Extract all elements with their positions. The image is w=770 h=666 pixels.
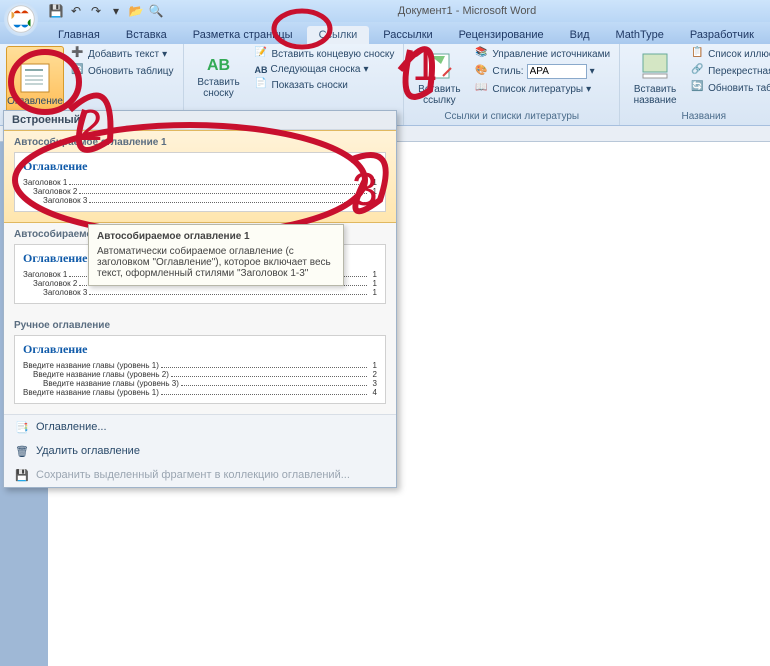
toc-dropdown-footer: 📑Оглавление... 🗑Удалить оглавление 💾Сохр… — [4, 414, 396, 487]
toc-line: Заголовок 11 — [23, 178, 377, 187]
list-icon: 📋 — [691, 47, 705, 61]
sources-icon: 📚 — [475, 47, 489, 61]
ribbon-tabs: Главная Вставка Разметка страницы Ссылки… — [0, 22, 770, 44]
preview-heading: Оглавление — [23, 342, 377, 357]
tab-mailings[interactable]: Рассылки — [371, 26, 444, 44]
remove-toc-button[interactable]: 🗑Удалить оглавление — [4, 439, 396, 463]
tab-home[interactable]: Главная — [46, 26, 112, 44]
style-dropdown[interactable]: 🎨Стиль:▾ — [472, 63, 613, 80]
preview-heading: Оглавление — [23, 159, 377, 174]
citation-icon — [423, 50, 455, 82]
endnote-icon: 📝 — [255, 47, 269, 61]
toc-line: Введите название главы (уровень 1)4 — [23, 388, 377, 397]
biblio-icon: 📖 — [475, 82, 489, 96]
toc-preview: Оглавление Введите название главы (уровен… — [14, 335, 386, 404]
tab-insert[interactable]: Вставка — [114, 26, 179, 44]
tooltip-body: Автоматически собираемое оглавление (с з… — [97, 246, 335, 279]
manage-sources-button[interactable]: 📚Управление источниками — [472, 46, 613, 62]
toc-line: Заголовок 21 — [23, 187, 377, 196]
titlebar: 💾 ↶ ↷ ▾ 📂 🔍 Документ1 - Microsoft Word — [0, 0, 770, 22]
save-selection-button: 💾Сохранить выделенный фрагмент в коллекц… — [4, 463, 396, 487]
toc-line: Заголовок 31 — [23, 288, 377, 297]
crossref-icon: 🔗 — [691, 64, 705, 78]
toc-line: Введите название главы (уровень 3)3 — [23, 379, 377, 388]
chevron-down-icon: ▾ — [162, 49, 167, 60]
toc-line: Заголовок 31 — [23, 196, 377, 205]
tooltip: Автособираемое оглавление 1 Автоматическ… — [88, 224, 344, 286]
toc-line: Введите название главы (уровень 1)1 — [23, 361, 377, 370]
tab-developer[interactable]: Разработчик — [678, 26, 766, 44]
quick-access-toolbar: 💾 ↶ ↷ ▾ 📂 🔍 — [48, 3, 164, 19]
add-text-button[interactable]: ➕Добавить текст▾ — [68, 46, 177, 62]
tab-pagelayout[interactable]: Разметка страницы — [181, 26, 305, 44]
undo-icon[interactable]: ↶ — [68, 3, 84, 19]
chevron-down-icon: ▾ — [586, 84, 591, 95]
custom-toc-button[interactable]: 📑Оглавление... — [4, 415, 396, 439]
bibliography-button[interactable]: 📖Список литературы▾ — [472, 81, 613, 97]
update-table-button[interactable]: 🔄Обновить таблицу — [68, 63, 177, 79]
tooltip-title: Автособираемое оглавление 1 — [97, 231, 335, 242]
toc-icon: 📑 — [14, 419, 30, 435]
toc-preview: Оглавление Заголовок 11Заголовок 21Заголо… — [14, 152, 386, 212]
show-notes-button[interactable]: 📄Показать сноски — [252, 77, 398, 93]
toc-dropdown-header: Встроенный — [4, 111, 396, 130]
notes-icon: 📄 — [255, 78, 269, 92]
ab-icon: AB — [207, 57, 230, 75]
open-icon[interactable]: 📂 — [128, 3, 144, 19]
refresh-icon: 🔄 — [691, 81, 705, 95]
insert-endnote-button[interactable]: 📝Вставить концевую сноску — [252, 46, 398, 62]
insert-caption-button[interactable]: Вставить название — [626, 46, 684, 110]
preview-icon[interactable]: 🔍 — [148, 3, 164, 19]
tab-view[interactable]: Вид — [558, 26, 602, 44]
plus-icon: ➕ — [71, 47, 85, 61]
toc-gallery-item[interactable]: Автособираемое оглавление 1 Оглавление Заг… — [4, 130, 396, 223]
tab-mathtype[interactable]: MathType — [604, 26, 676, 44]
toc-icon — [19, 62, 51, 94]
figures-list-button[interactable]: 📋Список иллюст — [688, 46, 770, 62]
chevron-down-icon: ▾ — [590, 66, 595, 77]
crossref-button[interactable]: 🔗Перекрестная — [688, 63, 770, 79]
delete-icon: 🗑 — [14, 443, 30, 459]
toc-line: Введите название главы (уровень 2)2 — [23, 370, 377, 379]
insert-citation-button[interactable]: Вставить ссылку — [410, 46, 468, 110]
toc-gallery-dropdown: Встроенный Автособираемое оглавление 1 Ог… — [3, 110, 397, 488]
next-footnote-button[interactable]: ABСледующая сноска▾ — [252, 63, 398, 76]
toc-item-title: Автособираемое оглавление 1 — [14, 137, 386, 148]
style-icon: 🎨 — [475, 65, 489, 79]
update-table-button2[interactable]: 🔄Обновить табл — [688, 80, 770, 96]
caption-icon — [639, 50, 671, 82]
insert-footnote-button[interactable]: AB Вставить сноску — [190, 46, 248, 110]
save-icon: 💾 — [14, 467, 30, 483]
group-captions: Вставить название 📋Список иллюст 🔗Перекр… — [620, 44, 770, 125]
more-icon[interactable]: ▾ — [108, 3, 124, 19]
group-citations: Вставить ссылку 📚Управление источниками … — [404, 44, 620, 125]
office-button[interactable] — [2, 0, 42, 40]
redo-icon[interactable]: ↷ — [88, 3, 104, 19]
style-input[interactable] — [527, 64, 587, 79]
toc-gallery-item[interactable]: Ручное оглавление Оглавление Введите назва… — [4, 314, 396, 414]
tab-review[interactable]: Рецензирование — [447, 26, 556, 44]
ab-small-icon: AB — [255, 65, 268, 75]
tab-references[interactable]: Ссылки — [307, 26, 370, 44]
toc-item-title: Ручное оглавление — [14, 320, 386, 331]
window-title: Документ1 - Microsoft Word — [164, 5, 770, 17]
save-icon[interactable]: 💾 — [48, 3, 64, 19]
refresh-icon: 🔄 — [71, 64, 85, 78]
chevron-down-icon: ▾ — [363, 64, 368, 75]
